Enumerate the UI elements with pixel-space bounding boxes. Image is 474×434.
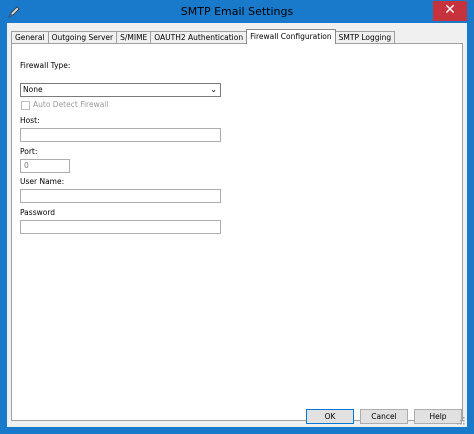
firewall-type-value: None xyxy=(23,85,43,94)
host-label: Host: xyxy=(20,116,40,125)
smtp-settings-window: SMTP Email Settings ✕ General Outgoing S… xyxy=(0,0,474,434)
tab-strip: General Outgoing Server S/MIME OAUTH2 Au… xyxy=(11,28,396,44)
dialog-client-area: General Outgoing Server S/MIME OAUTH2 Au… xyxy=(7,23,467,427)
window-title: SMTP Email Settings xyxy=(180,5,294,18)
host-input[interactable] xyxy=(20,128,221,142)
firewall-configuration-panel: Firewall Type: None ⌄ Auto Detect Firewa… xyxy=(11,43,463,421)
firewall-type-select[interactable]: None ⌄ xyxy=(20,83,221,97)
port-label: Port: xyxy=(20,147,38,156)
chevron-down-icon: ⌄ xyxy=(210,85,217,94)
firewall-type-label: Firewall Type: xyxy=(20,61,71,70)
username-input[interactable] xyxy=(20,189,221,203)
close-icon: ✕ xyxy=(444,2,456,18)
close-button[interactable]: ✕ xyxy=(433,1,467,21)
resize-grip-icon[interactable] xyxy=(457,417,465,425)
help-button[interactable]: Help xyxy=(414,409,462,424)
auto-detect-firewall-label: Auto Detect Firewall xyxy=(33,100,109,109)
ok-button[interactable]: OK xyxy=(306,409,354,424)
tab-firewall-configuration[interactable]: Firewall Configuration xyxy=(246,29,336,44)
auto-detect-firewall-checkbox[interactable] xyxy=(21,101,30,110)
title-bar: SMTP Email Settings ✕ xyxy=(1,1,473,23)
port-input[interactable]: 0 xyxy=(20,159,70,173)
username-label: User Name: xyxy=(20,177,65,186)
password-input[interactable] xyxy=(20,220,221,234)
password-label: Password xyxy=(20,208,56,217)
cancel-button[interactable]: Cancel xyxy=(360,409,408,424)
